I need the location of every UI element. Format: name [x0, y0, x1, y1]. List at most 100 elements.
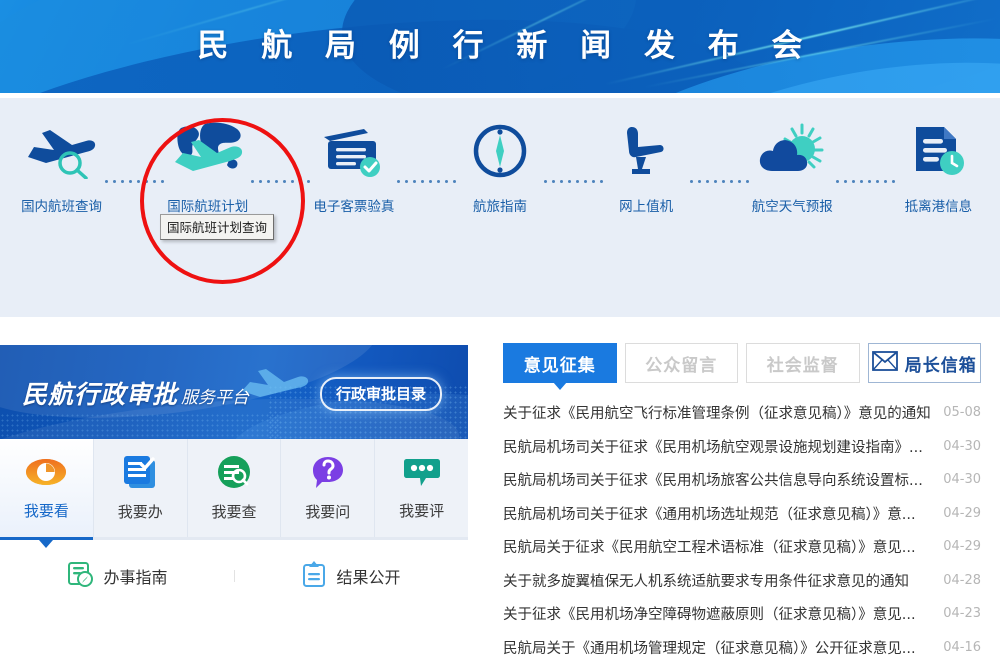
news-title: 民航局机场司关于征求《民用机场航空观景设施规划建设指南》... [503, 436, 937, 457]
news-item[interactable]: 民航局机场司关于征求《民用机场旅客公共信息导向系统设置标... 04-30 [503, 463, 981, 497]
news-date: 04-28 [937, 573, 981, 588]
globe-plane-icon [164, 98, 251, 194]
service-tab-ask[interactable]: 我要问 [281, 439, 375, 537]
service-tab-check[interactable]: 我要查 [188, 439, 282, 537]
service-tab-rate[interactable]: 我要评 [375, 439, 468, 537]
news-item[interactable]: 关于征求《民用航空飞行标准管理条例（征求意见稿）》意见的通知 05-08 [503, 396, 981, 430]
quick-link-label: 抵离港信息 [895, 198, 982, 217]
active-tab-caret [553, 382, 567, 390]
quick-link-label: 国内航班查询 [18, 198, 105, 217]
news-item[interactable]: 民航局机场司关于征求《通用机场选址规范（征求意见稿）》意... 04-29 [503, 497, 981, 531]
news-title: 民航局机场司关于征求《通用机场选址规范（征求意见稿）》意... [503, 503, 937, 524]
service-link-results[interactable]: 结果公开 [234, 560, 468, 592]
airplane-icon [238, 365, 312, 406]
quick-links-panel: 国内航班查询 国际航班计划 查询 [0, 98, 1000, 317]
page-banner: 民 航 局 例 行 新 闻 发 布 会 [0, 0, 1000, 93]
news-item[interactable]: 民航局关于征求《民用航空工程术语标准（征求意见稿）》意见... 04-29 [503, 530, 981, 564]
eye-clock-icon [25, 455, 67, 494]
page-title: 民 航 局 例 行 新 闻 发 布 会 [0, 20, 1000, 65]
news-date: 04-29 [937, 506, 981, 521]
active-tab-caret [39, 540, 53, 548]
news-title: 关于征求《民用机场净空障碍物遮蔽原则（征求意见稿）》意见... [503, 603, 937, 624]
seat-icon [603, 98, 690, 194]
admin-approval-catalog-button[interactable]: 行政审批目录 [320, 377, 442, 411]
quick-link-label: 航空天气预报 [749, 198, 836, 217]
document-clock-icon [895, 98, 982, 194]
tooltip: 国际航班计划查询 [160, 214, 274, 240]
service-link-label: 结果公开 [336, 564, 400, 588]
comment-dots-icon [402, 455, 442, 494]
news-date: 05-08 [937, 405, 981, 420]
tab-social-supervision[interactable]: 社会监督 [746, 343, 860, 383]
news-date: 04-30 [937, 472, 981, 487]
tab-director-mailbox[interactable]: 局长信箱 [868, 343, 982, 383]
tab-label: 意见征集 [524, 351, 596, 376]
quick-link-eticket-verification[interactable]: 电子客票验真 [310, 98, 397, 217]
quick-link-aviation-weather[interactable]: 航空天气预报 [749, 98, 836, 217]
page-root: 民 航 局 例 行 新 闻 发 布 会 国内航班查询 [0, 0, 1000, 650]
quick-link-travel-guide[interactable]: 航旅指南 [456, 98, 543, 217]
promo-title: 民航行政审批 服务平台 [22, 375, 249, 411]
service-tab-label: 我要问 [305, 501, 350, 522]
quick-links-row: 国内航班查询 国际航班计划 查询 [0, 98, 1000, 258]
envelope-icon [872, 351, 898, 376]
quick-link-label: 航旅指南 [456, 198, 543, 217]
content-area: 民航行政审批 服务平台 行政审批目录 [0, 325, 1000, 650]
news-title: 民航局关于《通用机场管理规定（征求意见稿）》公开征求意见... [503, 637, 937, 658]
news-date: 04-30 [937, 439, 981, 454]
promo-title-bold: 民航行政审批 [22, 375, 178, 411]
service-links: 办事指南 结果公开 [0, 540, 468, 612]
news-list: 关于征求《民用航空飞行标准管理条例（征求意见稿）》意见的通知 05-08 民航局… [503, 396, 981, 664]
dotted-connector [690, 180, 749, 183]
quick-link-label: 网上值机 [603, 198, 690, 217]
news-title: 关于就多旋翼植保无人机系统适航要求专用条件征求意见的通知 [503, 570, 937, 591]
tab-label: 局长信箱 [905, 351, 977, 376]
service-tab-label: 我要办 [118, 501, 163, 522]
compass-icon [456, 98, 543, 194]
news-date: 04-16 [937, 640, 981, 655]
left-column: 民航行政审批 服务平台 行政审批目录 [0, 345, 468, 612]
admin-approval-promo-banner[interactable]: 民航行政审批 服务平台 行政审批目录 [0, 345, 468, 439]
service-tab-label: 我要评 [399, 500, 444, 521]
service-tab-handle[interactable]: 我要办 [94, 439, 188, 537]
service-tab-label: 我要查 [211, 501, 256, 522]
quick-link-label: 电子客票验真 [310, 198, 397, 217]
cloud-sun-icon [749, 98, 836, 194]
service-tabs: 我要看 我要办 [0, 439, 468, 540]
service-link-guide[interactable]: 办事指南 [0, 560, 234, 592]
clipboard-icon [301, 560, 327, 592]
news-item[interactable]: 民航局机场司关于征求《民用机场航空观景设施规划建设指南》... 04-30 [503, 430, 981, 464]
service-link-label: 办事指南 [103, 564, 167, 588]
guide-icon [66, 560, 94, 592]
quick-link-online-checkin[interactable]: 网上值机 [603, 98, 690, 217]
news-item[interactable]: 民航局关于《通用机场管理规定（征求意见稿）》公开征求意见... 04-16 [503, 631, 981, 664]
dotted-connector [251, 180, 310, 183]
quick-link-arrival-departure-info[interactable]: 抵离港信息 [895, 98, 982, 217]
dotted-connector [836, 180, 895, 183]
right-column: 意见征集 公众留言 社会监督 [503, 343, 981, 664]
dotted-connector [544, 180, 603, 183]
news-item[interactable]: 关于就多旋翼植保无人机系统适航要求专用条件征求意见的通知 04-28 [503, 564, 981, 598]
tab-label: 公众留言 [645, 351, 717, 376]
quick-link-domestic-flight-query[interactable]: 国内航班查询 [18, 98, 105, 217]
news-date: 04-29 [937, 539, 981, 554]
promo-dot-pattern [0, 413, 280, 439]
tab-opinion-collection[interactable]: 意见征集 [503, 343, 617, 383]
news-date: 04-23 [937, 606, 981, 621]
news-title: 民航局机场司关于征求《民用机场旅客公共信息导向系统设置标... [503, 469, 937, 490]
doc-search-icon [215, 454, 253, 495]
quick-link-label-line1: 国际航班计划 [167, 199, 248, 215]
dotted-connector [397, 180, 456, 183]
promo-title-light: 服务平台 [181, 383, 249, 408]
question-bubble-icon [309, 454, 347, 495]
service-tab-label: 我要看 [24, 500, 69, 521]
form-check-icon [121, 454, 159, 495]
service-tab-view[interactable]: 我要看 [0, 439, 94, 537]
tab-public-message[interactable]: 公众留言 [625, 343, 739, 383]
news-title: 关于征求《民用航空飞行标准管理条例（征求意见稿）》意见的通知 [503, 402, 937, 423]
plane-search-icon [18, 98, 105, 194]
news-item[interactable]: 关于征求《民用机场净空障碍物遮蔽原则（征求意见稿）》意见... 04-23 [503, 597, 981, 631]
news-title: 民航局关于征求《民用航空工程术语标准（征求意见稿）》意见... [503, 536, 937, 557]
ticket-check-icon [310, 98, 397, 194]
tab-label: 社会监督 [767, 351, 839, 376]
